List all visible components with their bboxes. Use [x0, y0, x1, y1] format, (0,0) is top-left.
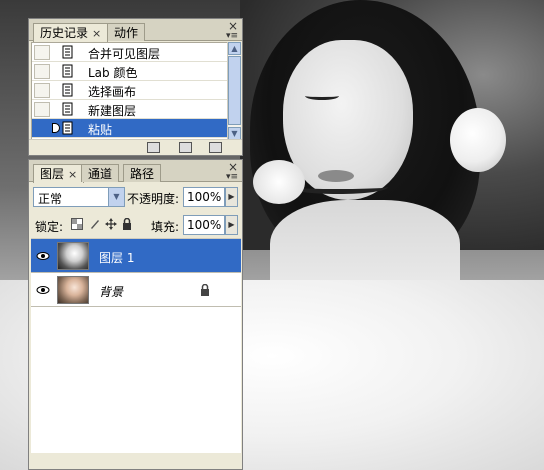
- history-list: 合并可见图层 Lab 颜色 选择画布 新建图层 粘贴: [31, 42, 229, 140]
- history-state-icon: [62, 102, 74, 116]
- photo-hair-flower: [450, 108, 506, 172]
- tab-layers[interactable]: 图层 ×: [33, 164, 85, 183]
- create-snapshot-icon[interactable]: [179, 142, 192, 153]
- delete-state-icon[interactable]: [209, 142, 222, 153]
- history-item[interactable]: 新建图层: [32, 100, 228, 119]
- eye-icon[interactable]: [35, 282, 51, 298]
- lock-transparency-icon[interactable]: [71, 218, 83, 230]
- tab-layers-label: 图层: [40, 167, 65, 181]
- tab-channels-label: 通道: [88, 167, 113, 181]
- history-panel: 历史记录 × 动作 × ▾≡ 合并可见图层 Lab 颜色 选择画布 新建图层 粘…: [28, 18, 243, 156]
- history-item-label: 粘贴: [88, 123, 113, 137]
- new-document-from-state-icon[interactable]: [147, 142, 160, 153]
- blend-mode-value: 正常: [38, 192, 63, 206]
- history-item[interactable]: Lab 颜色: [32, 62, 228, 81]
- tab-actions[interactable]: 动作: [107, 23, 146, 41]
- layer-name[interactable]: 背景: [99, 283, 123, 300]
- chevron-down-icon[interactable]: ▼: [108, 188, 124, 206]
- lock-icon: [199, 283, 211, 296]
- history-tabbar: 历史记录 × 动作 × ▾≡: [29, 19, 242, 42]
- layer-list: 图层 1 背景: [31, 238, 241, 453]
- fill-label: 填充:: [151, 220, 180, 234]
- lock-all-icon[interactable]: [121, 217, 133, 230]
- layer-row-layer-1[interactable]: 图层 1: [31, 239, 241, 273]
- layers-tabbar: 图层 × 通道 路径 × ▾≡: [29, 160, 242, 183]
- lock-position-icon[interactable]: [105, 218, 117, 230]
- photo-eye: [305, 92, 339, 100]
- tab-paths-label: 路径: [130, 167, 155, 181]
- tab-close-icon[interactable]: ×: [92, 27, 101, 40]
- layers-panel: 图层 × 通道 路径 × ▾≡ 正常 ▼ 不透明度: 100% ▶ 锁定: 填充:…: [28, 159, 243, 470]
- opacity-label: 不透明度:: [127, 192, 180, 206]
- tab-channels[interactable]: 通道: [81, 164, 120, 182]
- history-state-icon: [62, 64, 74, 78]
- layer-name[interactable]: 图层 1: [99, 249, 134, 266]
- blend-mode-select[interactable]: 正常 ▼: [33, 187, 125, 207]
- history-snapshot-checkbox[interactable]: [34, 45, 50, 60]
- layer-row-background[interactable]: 背景: [31, 273, 241, 307]
- tab-actions-label: 动作: [114, 26, 139, 40]
- layer-thumbnail[interactable]: [57, 242, 89, 270]
- tab-paths[interactable]: 路径: [123, 164, 162, 182]
- history-item-label: 新建图层: [88, 104, 137, 118]
- history-item-label: 合并可见图层: [88, 47, 161, 61]
- tab-history[interactable]: 历史记录 ×: [33, 23, 109, 42]
- history-snapshot-checkbox[interactable]: [34, 64, 50, 79]
- tab-close-icon[interactable]: ×: [68, 168, 77, 181]
- lock-image-pixels-icon[interactable]: [89, 218, 101, 230]
- history-state-icon: [62, 83, 74, 97]
- panel-menu-icon[interactable]: ▾≡: [226, 172, 238, 182]
- opacity-field[interactable]: 100%: [183, 187, 225, 207]
- photo-rose: [253, 160, 305, 204]
- history-item-label: Lab 颜色: [88, 66, 138, 80]
- history-item[interactable]: 选择画布: [32, 81, 228, 100]
- history-snapshot-checkbox[interactable]: [34, 121, 50, 136]
- history-item-label: 选择画布: [88, 85, 137, 99]
- tab-history-label: 历史记录: [40, 26, 89, 40]
- history-snapshot-checkbox[interactable]: [34, 102, 50, 117]
- history-snapshot-checkbox[interactable]: [34, 83, 50, 98]
- history-footer: [29, 139, 242, 155]
- scroll-thumb[interactable]: [228, 56, 241, 125]
- fill-slider-icon[interactable]: ▶: [225, 215, 238, 235]
- opacity-slider-icon[interactable]: ▶: [225, 187, 238, 207]
- eye-icon[interactable]: [35, 248, 51, 264]
- lock-label: 锁定:: [35, 220, 64, 234]
- layer-thumbnail[interactable]: [57, 276, 89, 304]
- history-state-icon: [62, 121, 74, 135]
- scroll-up-icon[interactable]: ▲: [228, 42, 241, 55]
- history-state-icon: [62, 45, 74, 59]
- history-scrollbar[interactable]: ▲ ▼: [227, 42, 241, 140]
- history-state-slider-icon[interactable]: [52, 123, 60, 133]
- history-item-selected[interactable]: 粘贴: [32, 119, 228, 138]
- fill-field[interactable]: 100%: [183, 215, 225, 235]
- history-item[interactable]: 合并可见图层: [32, 43, 228, 62]
- panel-menu-icon[interactable]: ▾≡: [226, 31, 238, 41]
